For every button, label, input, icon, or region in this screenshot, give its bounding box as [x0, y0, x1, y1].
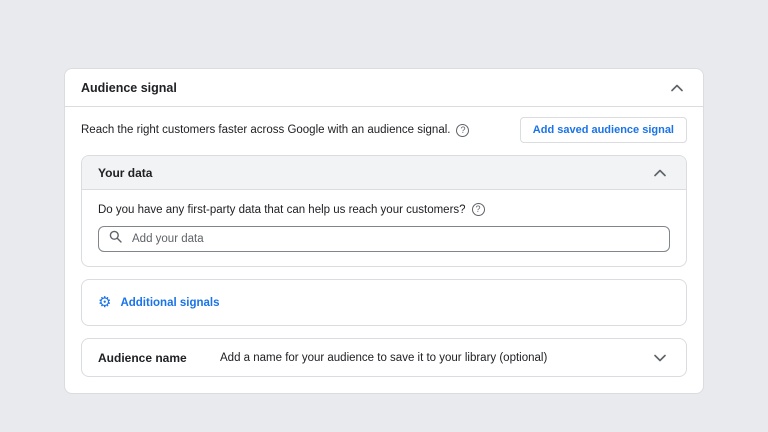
page-background: { "panel": { "title": "Audience signal",…	[0, 0, 768, 432]
additional-signals-link[interactable]: Additional signals	[120, 297, 219, 309]
your-data-body: Do you have any first-party data that ca…	[82, 190, 686, 266]
search-icon	[109, 230, 122, 248]
help-icon[interactable]: ?	[456, 123, 470, 137]
your-data-header[interactable]: Your data	[82, 156, 686, 190]
panel-description: Reach the right customers faster across …	[81, 124, 451, 136]
add-your-data-input[interactable]	[130, 232, 659, 246]
first-party-data-question-row: Do you have any first-party data that ca…	[98, 203, 670, 216]
first-party-data-question: Do you have any first-party data that ca…	[98, 203, 466, 216]
your-data-title: Your data	[98, 165, 153, 180]
collapse-panel-button[interactable]	[667, 78, 687, 97]
audience-signal-panel: Audience signal Reach the right customer…	[64, 68, 704, 394]
audience-name-label: Audience name	[98, 350, 187, 365]
gear-icon: ⚙	[98, 294, 112, 311]
expand-audience-name-button[interactable]	[650, 348, 670, 367]
your-data-section: Your data Do you have any first-party da…	[81, 155, 687, 267]
audience-name-row[interactable]: Audience name Add a name for your audien…	[81, 338, 687, 377]
add-your-data-search-box[interactable]	[98, 226, 670, 252]
audience-signal-header[interactable]: Audience signal	[65, 69, 703, 107]
panel-title: Audience signal	[81, 80, 177, 95]
audience-name-description: Add a name for your audience to save it …	[220, 351, 548, 364]
add-saved-audience-signal-button[interactable]: Add saved audience signal	[519, 117, 687, 143]
chevron-up-icon	[654, 165, 666, 180]
additional-signals-box[interactable]: ⚙ Additional signals	[81, 279, 687, 326]
collapse-your-data-button[interactable]	[650, 163, 670, 182]
chevron-down-icon	[654, 350, 666, 365]
help-icon[interactable]: ?	[471, 203, 485, 216]
chevron-up-icon	[671, 80, 683, 95]
panel-description-row: Reach the right customers faster across …	[65, 107, 703, 153]
panel-description-group: Reach the right customers faster across …	[81, 123, 470, 137]
